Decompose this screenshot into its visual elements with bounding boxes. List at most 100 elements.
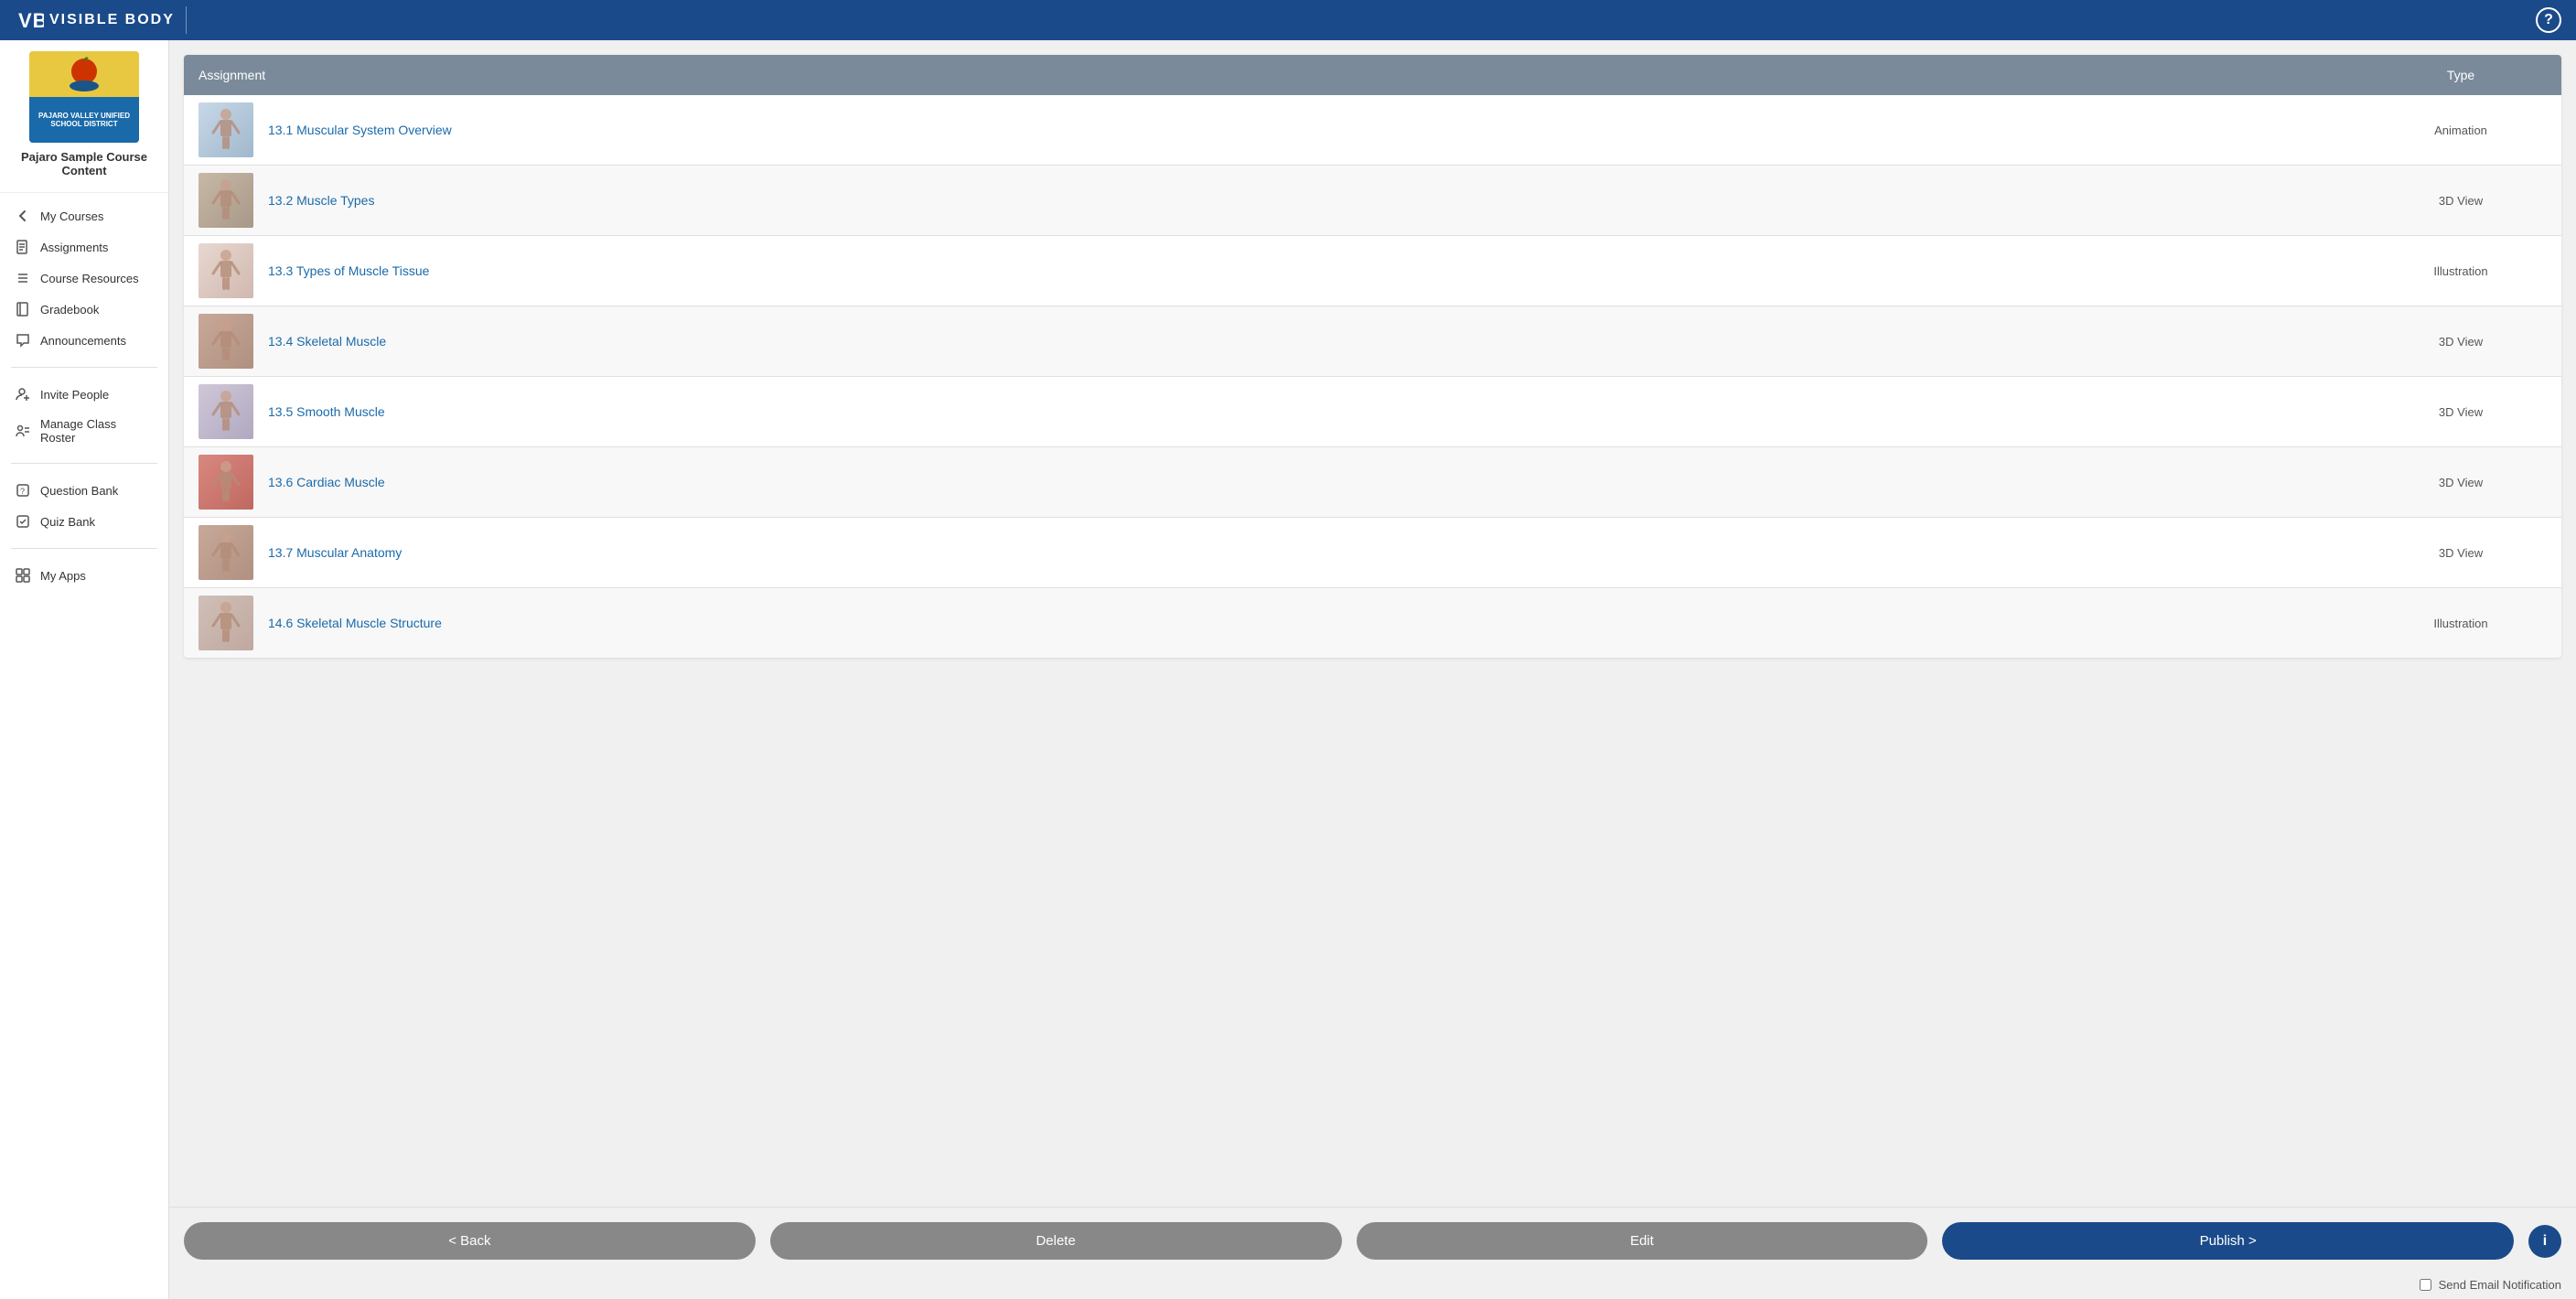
sidebar-item-my-courses[interactable]: My Courses <box>0 200 168 231</box>
manage-roster-label: Manage Class Roster <box>40 417 154 445</box>
person-list-icon <box>15 423 31 439</box>
bottom-area: < Back Delete Edit Publish > i Send Emai… <box>169 1207 2576 1299</box>
sidebar-item-course-resources[interactable]: Course Resources <box>0 263 168 294</box>
assignment-thumbnail <box>199 102 253 157</box>
publish-button[interactable]: Publish > <box>1942 1222 2514 1260</box>
sidebar-nav: My Courses Assignments <box>0 193 168 363</box>
topbar: VB VISIBLE BODY ? <box>0 0 2576 40</box>
document-icon <box>15 239 31 255</box>
logo-icon: VB <box>15 5 44 35</box>
my-courses-label: My Courses <box>40 209 103 223</box>
sidebar-banks: ? Question Bank Quiz Bank <box>0 467 168 544</box>
bottom-toolbar: < Back Delete Edit Publish > i <box>169 1207 2576 1274</box>
sidebar-item-quiz-bank[interactable]: Quiz Bank <box>0 506 168 537</box>
school-logo-graphic <box>57 53 112 95</box>
type-cell: Illustration <box>2360 236 2561 306</box>
table-row: 14.6 Skeletal Muscle Structure Illustrati… <box>184 588 2561 659</box>
assignment-link[interactable]: 13.3 Types of Muscle Tissue <box>268 263 429 278</box>
quiz-bank-label: Quiz Bank <box>40 515 95 529</box>
assignment-thumbnail <box>199 525 253 580</box>
type-cell: 3D View <box>2360 518 2561 588</box>
assignment-cell-1: 13.1 Muscular System Overview <box>184 95 2360 166</box>
table-row: 13.4 Skeletal Muscle 3D View <box>184 306 2561 377</box>
brand-name: VISIBLE BODY <box>49 12 175 28</box>
assignment-cell-7: 13.7 Muscular Anatomy <box>184 518 2360 588</box>
school-logo-area: PAJARO VALLEY UNIFIED SCHOOL DISTRICT Pa… <box>0 40 168 193</box>
info-button[interactable]: i <box>2528 1225 2561 1258</box>
help-button[interactable]: ? <box>2536 7 2561 33</box>
assignment-cell-3: 13.3 Types of Muscle Tissue <box>184 236 2360 306</box>
assignment-cell-2: 13.2 Muscle Types <box>184 166 2360 236</box>
edit-button[interactable]: Edit <box>1357 1222 1928 1260</box>
type-cell: Animation <box>2360 95 2561 166</box>
table-header-row: Assignment Type <box>184 55 2561 95</box>
assignments-label: Assignments <box>40 241 108 254</box>
back-button[interactable]: < Back <box>184 1222 756 1260</box>
assignment-thumbnail <box>199 173 253 228</box>
app-logo: VB VISIBLE BODY <box>15 5 175 35</box>
assignments-tbody: 13.1 Muscular System OverviewAnimation13… <box>184 95 2561 658</box>
send-email-checkbox[interactable] <box>2420 1279 2431 1291</box>
person-add-icon <box>15 386 31 403</box>
sidebar-item-gradebook[interactable]: Gradebook <box>0 294 168 325</box>
type-cell: 3D View <box>2360 377 2561 447</box>
gradebook-label: Gradebook <box>40 303 99 317</box>
assignment-link[interactable]: 13.5 Smooth Muscle <box>268 404 385 419</box>
question-bank-label: Question Bank <box>40 484 118 498</box>
type-cell: 3D View <box>2360 306 2561 377</box>
assignment-link[interactable]: 13.1 Muscular System Overview <box>268 123 452 137</box>
list-icon <box>15 270 31 286</box>
assignment-link[interactable]: 13.7 Muscular Anatomy <box>268 545 402 560</box>
assignment-cell-6: 13.6 Cardiac Muscle <box>184 447 2360 518</box>
main-layout: PAJARO VALLEY UNIFIED SCHOOL DISTRICT Pa… <box>0 40 2576 1299</box>
back-arrow-icon <box>15 208 31 224</box>
delete-button[interactable]: Delete <box>770 1222 1342 1260</box>
my-apps-label: My Apps <box>40 569 86 583</box>
assignment-cell-5: 13.5 Smooth Muscle <box>184 377 2360 447</box>
sidebar-item-assignments[interactable]: Assignments <box>0 231 168 263</box>
info-icon: i <box>2543 1233 2547 1250</box>
assignment-link[interactable]: 14.6 Skeletal Muscle Structure <box>268 616 442 630</box>
announcements-label: Announcements <box>40 334 126 348</box>
school-logo: PAJARO VALLEY UNIFIED SCHOOL DISTRICT <box>29 51 139 143</box>
send-email-label: Send Email Notification <box>2439 1278 2561 1292</box>
svg-text:?: ? <box>20 487 25 496</box>
topbar-divider <box>186 6 187 34</box>
content-area: Assignment Type 13.1 Muscular System Ove… <box>169 40 2576 1299</box>
assignment-thumbnail <box>199 384 253 439</box>
sidebar-item-question-bank[interactable]: ? Question Bank <box>0 475 168 506</box>
sidebar-item-my-apps[interactable]: My Apps <box>0 560 168 591</box>
sidebar-item-announcements[interactable]: Announcements <box>0 325 168 356</box>
assignment-cell-4: 13.4 Skeletal Muscle <box>184 306 2360 377</box>
assignment-link[interactable]: 13.6 Cardiac Muscle <box>268 475 385 489</box>
col-type: Type <box>2360 55 2561 95</box>
sidebar: PAJARO VALLEY UNIFIED SCHOOL DISTRICT Pa… <box>0 40 169 1299</box>
assignments-table: Assignment Type 13.1 Muscular System Ove… <box>184 55 2561 658</box>
school-name: PAJARO VALLEY UNIFIED SCHOOL DISTRICT <box>29 112 139 128</box>
sidebar-divider-2 <box>11 463 157 464</box>
apps-icon <box>15 567 31 584</box>
type-cell: Illustration <box>2360 588 2561 659</box>
type-cell: 3D View <box>2360 166 2561 236</box>
invite-people-label: Invite People <box>40 388 109 402</box>
sidebar-apps: My Apps <box>0 553 168 598</box>
assignment-link[interactable]: 13.4 Skeletal Muscle <box>268 334 386 349</box>
assignment-thumbnail <box>199 243 253 298</box>
course-name: Pajaro Sample Course Content <box>11 143 157 181</box>
assignment-link[interactable]: 13.2 Muscle Types <box>268 193 374 208</box>
table-row: 13.5 Smooth Muscle 3D View <box>184 377 2561 447</box>
sidebar-divider-3 <box>11 548 157 549</box>
assignment-thumbnail <box>199 596 253 650</box>
quiz-bank-icon <box>15 513 31 530</box>
svg-text:VB: VB <box>18 9 44 32</box>
question-bank-icon: ? <box>15 482 31 499</box>
course-resources-label: Course Resources <box>40 272 139 285</box>
sidebar-item-invite-people[interactable]: Invite People <box>0 379 168 410</box>
table-row: 13.2 Muscle Types 3D View <box>184 166 2561 236</box>
chat-icon <box>15 332 31 349</box>
sidebar-item-manage-roster[interactable]: Manage Class Roster <box>0 410 168 452</box>
type-cell: 3D View <box>2360 447 2561 518</box>
assignment-thumbnail <box>199 314 253 369</box>
table-row: 13.6 Cardiac Muscle 3D View <box>184 447 2561 518</box>
table-row: 13.3 Types of Muscle Tissue Illustration <box>184 236 2561 306</box>
